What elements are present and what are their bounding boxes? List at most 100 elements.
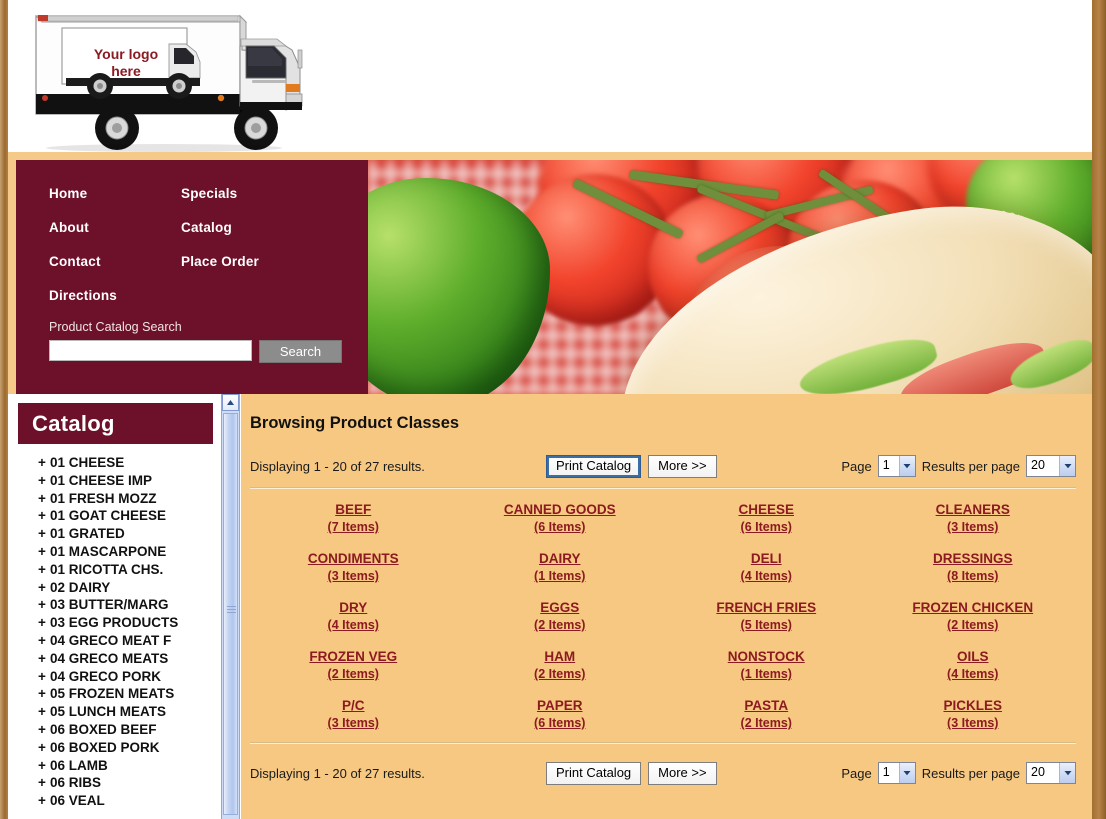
product-class-count[interactable]: (2 Items) xyxy=(872,617,1075,634)
expand-icon[interactable]: + xyxy=(38,579,50,597)
catalog-tree-item[interactable]: +06 VEAL xyxy=(38,792,221,810)
expand-icon[interactable]: + xyxy=(38,525,50,543)
product-class-count[interactable]: (2 Items) xyxy=(252,666,455,683)
scroll-up-arrow-icon[interactable] xyxy=(222,394,239,411)
product-class-link[interactable]: P/C xyxy=(252,697,455,715)
product-class-link[interactable]: EGGS xyxy=(459,599,662,617)
product-class-link[interactable]: FROZEN CHICKEN xyxy=(872,599,1075,617)
product-class-link[interactable]: NONSTOCK xyxy=(665,648,868,666)
expand-icon[interactable]: + xyxy=(38,703,50,721)
chevron-down-icon[interactable] xyxy=(1059,456,1075,476)
expand-icon[interactable]: + xyxy=(38,774,50,792)
catalog-tree-item[interactable]: +03 EGG PRODUCTS xyxy=(38,614,221,632)
product-class-link[interactable]: OILS xyxy=(872,648,1075,666)
expand-icon[interactable]: + xyxy=(38,561,50,579)
catalog-tree-item[interactable]: +04 GRECO MEATS xyxy=(38,650,221,668)
chevron-down-icon[interactable] xyxy=(1059,763,1075,783)
product-class-count[interactable]: (5 Items) xyxy=(665,617,868,634)
product-class-link[interactable]: PICKLES xyxy=(872,697,1075,715)
product-class-count[interactable]: (3 Items) xyxy=(872,519,1075,536)
product-class-link[interactable]: PASTA xyxy=(665,697,868,715)
catalog-tree-item[interactable]: +02 DAIRY xyxy=(38,579,221,597)
expand-icon[interactable]: + xyxy=(38,543,50,561)
catalog-tree-item[interactable]: +01 RICOTTA CHS. xyxy=(38,561,221,579)
catalog-tree-item[interactable]: +01 FRESH MOZZ xyxy=(38,490,221,508)
expand-icon[interactable]: + xyxy=(38,739,50,757)
product-class-count[interactable]: (6 Items) xyxy=(665,519,868,536)
nav-item-directions[interactable]: Directions xyxy=(49,288,117,303)
catalog-tree-item[interactable]: +06 RIBS xyxy=(38,774,221,792)
more-button-top[interactable]: More >> xyxy=(648,454,717,478)
product-class-link[interactable]: FROZEN VEG xyxy=(252,648,455,666)
product-class-link[interactable]: CANNED GOODS xyxy=(459,501,662,519)
scrollbar-thumb[interactable] xyxy=(223,413,238,815)
product-class-count[interactable]: (2 Items) xyxy=(665,715,868,732)
expand-icon[interactable]: + xyxy=(38,721,50,739)
product-class-count[interactable]: (2 Items) xyxy=(459,617,662,634)
product-class-link[interactable]: CONDIMENTS xyxy=(252,550,455,568)
results-per-page-select-bottom[interactable]: 20 xyxy=(1026,762,1076,784)
expand-icon[interactable]: + xyxy=(38,472,50,490)
print-catalog-button-bottom[interactable]: Print Catalog xyxy=(546,761,642,785)
product-class-count[interactable]: (7 Items) xyxy=(252,519,455,536)
nav-item-contact[interactable]: Contact xyxy=(49,254,117,269)
nav-item-catalog[interactable]: Catalog xyxy=(181,220,259,235)
expand-icon[interactable]: + xyxy=(38,614,50,632)
product-class-link[interactable]: DAIRY xyxy=(459,550,662,568)
expand-icon[interactable]: + xyxy=(38,507,50,525)
product-class-link[interactable]: HAM xyxy=(459,648,662,666)
product-class-link[interactable]: PAPER xyxy=(459,697,662,715)
catalog-tree-item[interactable]: +05 LUNCH MEATS xyxy=(38,703,221,721)
product-class-count[interactable]: (3 Items) xyxy=(252,715,455,732)
expand-icon[interactable]: + xyxy=(38,792,50,810)
product-class-link[interactable]: DRESSINGS xyxy=(872,550,1075,568)
product-class-count[interactable]: (3 Items) xyxy=(252,568,455,585)
nav-item-about[interactable]: About xyxy=(49,220,117,235)
chevron-down-icon[interactable] xyxy=(898,456,915,476)
sidebar-scrollbar[interactable] xyxy=(221,394,240,819)
expand-icon[interactable]: + xyxy=(38,596,50,614)
product-class-count[interactable]: (4 Items) xyxy=(252,617,455,634)
page-select-top[interactable]: 1 xyxy=(877,455,916,477)
expand-icon[interactable]: + xyxy=(38,650,50,668)
results-per-page-select-top[interactable]: 20 xyxy=(1026,455,1076,477)
product-class-count[interactable]: (6 Items) xyxy=(459,519,662,536)
product-class-link[interactable]: DRY xyxy=(252,599,455,617)
search-input[interactable] xyxy=(49,340,252,361)
page-select-bottom[interactable]: 1 xyxy=(877,762,916,784)
print-catalog-button-top[interactable]: Print Catalog xyxy=(546,454,642,478)
catalog-tree-item[interactable]: +01 MASCARPONE xyxy=(38,543,221,561)
nav-item-home[interactable]: Home xyxy=(49,186,117,201)
expand-icon[interactable]: + xyxy=(38,685,50,703)
product-class-count[interactable]: (8 Items) xyxy=(872,568,1075,585)
product-class-link[interactable]: FRENCH FRIES xyxy=(665,599,868,617)
product-class-count[interactable]: (3 Items) xyxy=(872,715,1075,732)
catalog-tree-item[interactable]: +05 FROZEN MEATS xyxy=(38,685,221,703)
expand-icon[interactable]: + xyxy=(38,632,50,650)
nav-item-place-order[interactable]: Place Order xyxy=(181,254,259,269)
catalog-tree-item[interactable]: +01 GRATED xyxy=(38,525,221,543)
chevron-down-icon[interactable] xyxy=(898,763,915,783)
catalog-tree-item[interactable]: +01 CHEESE xyxy=(38,454,221,472)
catalog-tree-item[interactable]: +03 BUTTER/MARG xyxy=(38,596,221,614)
product-class-link[interactable]: CHEESE xyxy=(665,501,868,519)
catalog-tree-item[interactable]: +04 GRECO MEAT F xyxy=(38,632,221,650)
product-class-count[interactable]: (4 Items) xyxy=(872,666,1075,683)
expand-icon[interactable]: + xyxy=(38,757,50,775)
product-class-link[interactable]: BEEF xyxy=(252,501,455,519)
product-class-count[interactable]: (1 Items) xyxy=(459,568,662,585)
product-class-count[interactable]: (6 Items) xyxy=(459,715,662,732)
catalog-tree-item[interactable]: +04 GRECO PORK xyxy=(38,668,221,686)
expand-icon[interactable]: + xyxy=(38,668,50,686)
expand-icon[interactable]: + xyxy=(38,454,50,472)
nav-item-specials[interactable]: Specials xyxy=(181,186,259,201)
product-class-count[interactable]: (4 Items) xyxy=(665,568,868,585)
product-class-count[interactable]: (1 Items) xyxy=(665,666,868,683)
product-class-count[interactable]: (2 Items) xyxy=(459,666,662,683)
expand-icon[interactable]: + xyxy=(38,490,50,508)
more-button-bottom[interactable]: More >> xyxy=(648,761,717,785)
catalog-tree-item[interactable]: +01 GOAT CHEESE xyxy=(38,507,221,525)
catalog-tree-item[interactable]: +01 CHEESE IMP xyxy=(38,472,221,490)
catalog-tree-item[interactable]: +06 BOXED BEEF xyxy=(38,721,221,739)
product-class-link[interactable]: DELI xyxy=(665,550,868,568)
